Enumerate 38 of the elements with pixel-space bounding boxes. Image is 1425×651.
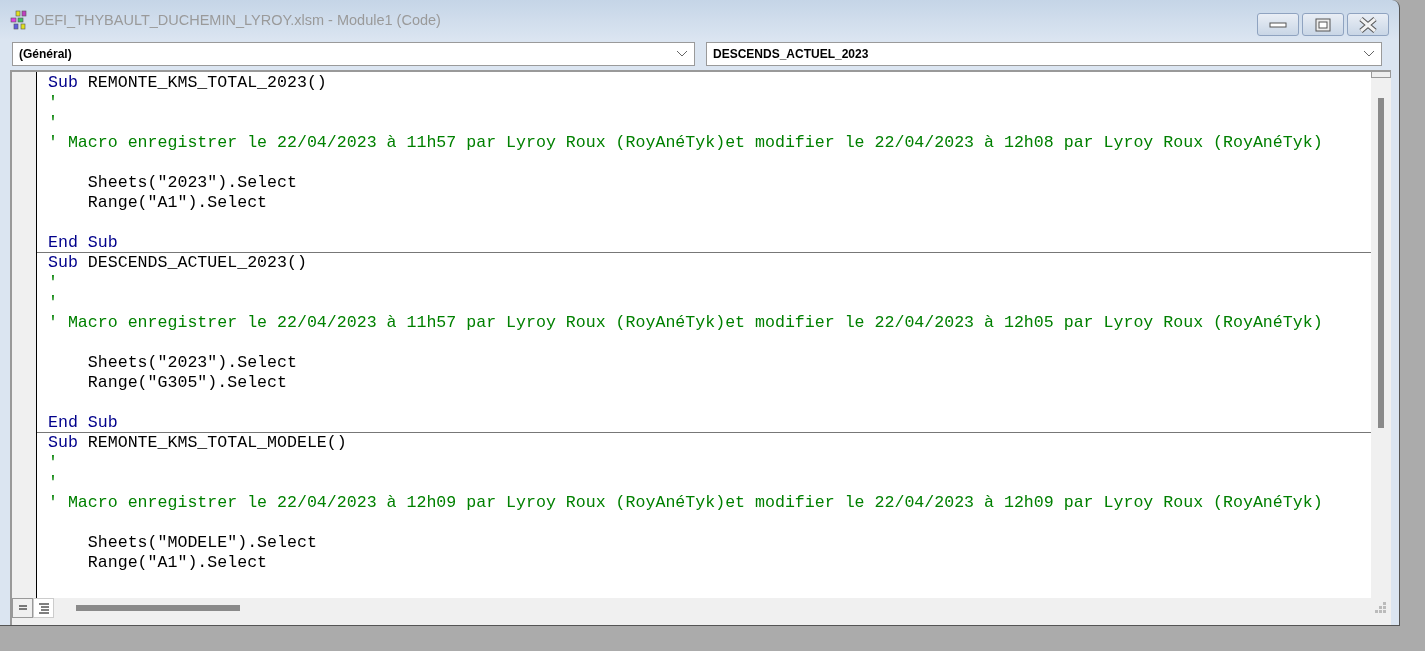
procedure-view-button[interactable] (12, 598, 33, 618)
chevron-down-icon (1363, 50, 1375, 58)
code-line: ' (48, 93, 59, 113)
object-dropdown[interactable]: (Général) (12, 42, 695, 66)
code-editor[interactable] (37, 72, 1371, 598)
code-line: Range("A1").Select (86, 553, 269, 573)
code-line: End Sub (48, 233, 119, 253)
code-line: ' (48, 453, 59, 473)
procedure-dropdown[interactable]: DESCENDS_ACTUEL_2023 (706, 42, 1382, 66)
code-line: ' Macro enregistrer le 22/04/2023 à 12h09 par Lyroy Roux (RoyAnéTyk)et modifier le 22/04/2023 à 12h09 par Lyroy Roux (RoyAnéTyk) (48, 493, 1324, 513)
minimize-button[interactable] (1257, 13, 1299, 36)
code-line: Sheets("MODELE").Select (86, 533, 318, 553)
code-line: Range("A1").Select (86, 193, 269, 213)
resize-grip-icon (1375, 602, 1387, 614)
code-line: ' (48, 273, 59, 293)
close-icon (1358, 16, 1378, 33)
code-line: ' Macro enregistrer le 22/04/2023 à 11h57 par Lyroy Roux (RoyAnéTyk)et modifier le 22/04/2023 à 12h05 par Lyroy Roux (RoyAnéTyk) (48, 313, 1324, 333)
code-line: Sub REMONTE_KMS_TOTAL_2023() (48, 73, 328, 93)
maximize-button[interactable] (1302, 13, 1344, 36)
vba-module-icon (10, 10, 30, 30)
code-line: Sub DESCENDS_ACTUEL_2023() (48, 253, 308, 273)
chevron-down-icon (676, 50, 688, 58)
code-line: Sheets("2023").Select (86, 173, 298, 193)
code-line: ' (48, 113, 59, 133)
code-line: ' Macro enregistrer le 22/04/2023 à 11h57 par Lyroy Roux (RoyAnéTyk)et modifier le 22/04/2023 à 12h08 par Lyroy Roux (RoyAnéTyk) (48, 133, 1324, 153)
code-line: End Sub (48, 413, 119, 433)
close-button[interactable] (1347, 13, 1389, 36)
code-line: ' (48, 293, 59, 313)
code-line: ' (48, 473, 59, 493)
lines-icon (37, 602, 50, 614)
code-line: Sub REMONTE_KMS_TOTAL_MODELE() (48, 433, 348, 453)
minimize-icon (1269, 20, 1287, 29)
code-line: Range("G305").Select (86, 373, 288, 393)
module-view-button[interactable] (33, 598, 54, 618)
code-line: Sheets("2023").Select (86, 353, 298, 373)
maximize-icon (1315, 17, 1331, 32)
window-title: DEFI_THYBAULT_DUCHEMIN_LYROY.xlsm - Module1 (Code) (34, 12, 441, 28)
lines-icon (17, 604, 28, 612)
